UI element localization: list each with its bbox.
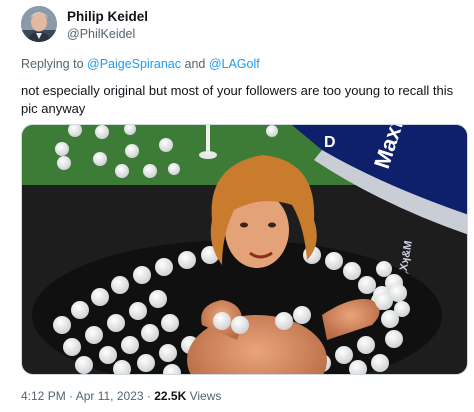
- replying-to-prefix: Replying to: [21, 57, 88, 71]
- replying-to-conjunction: and: [181, 57, 209, 71]
- meta-separator: ·: [143, 389, 155, 403]
- tweet: Philip Keidel @PhilKeidel Replying to @P…: [0, 0, 474, 412]
- meta-separator: ·: [65, 389, 76, 403]
- bag-letter-text: D: [324, 134, 336, 151]
- mention-link-lagolf[interactable]: @LAGolf: [209, 57, 260, 71]
- author-handle[interactable]: @PhilKeidel: [67, 27, 135, 41]
- tweet-time-link[interactable]: 4:12 PM: [21, 389, 66, 403]
- views-label: Views: [186, 389, 222, 403]
- tweet-text: not especially original but most of your…: [21, 83, 454, 116]
- replying-to-line: Replying to @PaigeSpiranac and @LAGolf: [21, 57, 260, 71]
- views-count: 22.5K: [154, 389, 187, 403]
- tweet-date-link[interactable]: Apr 11, 2023: [76, 389, 144, 403]
- mention-link-paige[interactable]: @PaigeSpiranac: [87, 57, 181, 71]
- tweet-photo[interactable]: Maxfl D ɟXʞ&M: [21, 124, 468, 375]
- author-display-name[interactable]: Philip Keidel: [67, 9, 148, 24]
- tweet-meta: 4:12 PM · Apr 11, 2023 · 22.5K Views: [21, 389, 221, 403]
- author-avatar[interactable]: [21, 6, 57, 42]
